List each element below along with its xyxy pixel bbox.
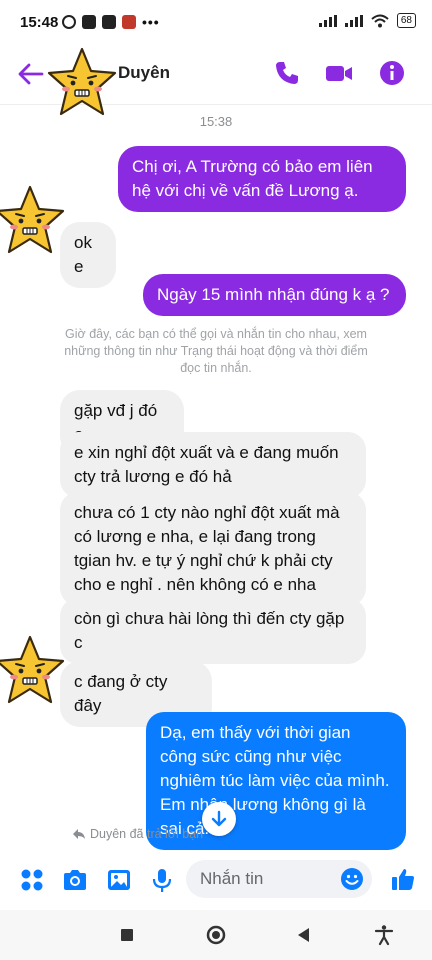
message-composer bbox=[0, 850, 432, 910]
recent-apps-icon[interactable] bbox=[116, 924, 138, 946]
sender-avatar[interactable] bbox=[0, 184, 66, 256]
microphone-icon[interactable] bbox=[148, 866, 176, 894]
message-bubble-outgoing[interactable]: Chị ơi, A Trường có bảo em liên hệ với c… bbox=[118, 146, 406, 212]
phone-call-icon[interactable] bbox=[272, 58, 302, 88]
sender-avatar[interactable] bbox=[0, 634, 66, 706]
alarm-icon bbox=[62, 15, 76, 29]
arrow-down-icon bbox=[211, 810, 227, 827]
camera-icon[interactable] bbox=[61, 866, 89, 894]
system-note: Giờ đây, các bạn có thể gọi và nhắn tin … bbox=[64, 327, 368, 375]
gallery-notification-icon bbox=[82, 15, 96, 29]
wifi-icon bbox=[371, 14, 389, 27]
message-bubble-outgoing[interactable]: Ngày 15 mình nhận đúng k ạ ? bbox=[143, 274, 406, 316]
scroll-to-bottom-button[interactable] bbox=[202, 802, 236, 836]
home-icon[interactable] bbox=[205, 924, 227, 946]
message-bubble-incoming[interactable]: ok e bbox=[60, 222, 116, 288]
gallery-icon[interactable] bbox=[105, 866, 133, 894]
signal-icon-2 bbox=[344, 14, 363, 27]
back-arrow-icon[interactable] bbox=[16, 59, 46, 89]
more-notifications-icon: ••• bbox=[142, 14, 160, 30]
like-thumbs-up-icon[interactable] bbox=[390, 866, 416, 892]
more-actions-icon[interactable] bbox=[18, 866, 46, 894]
replied-indicator: Duyên đã trả lời bạn bbox=[72, 827, 203, 841]
system-status: 68 bbox=[318, 13, 416, 28]
info-icon[interactable] bbox=[377, 58, 407, 88]
contact-name[interactable]: Duyên bbox=[118, 63, 170, 83]
replied-text: Duyên đã trả lời bạn bbox=[90, 827, 204, 841]
message-bubble-incoming[interactable]: e xin nghỉ đột xuất và e đang muốn cty t… bbox=[60, 432, 366, 498]
back-nav-icon[interactable] bbox=[293, 924, 315, 946]
status-bar: 15:48 ••• 68 bbox=[0, 0, 432, 44]
video-call-icon[interactable] bbox=[324, 58, 354, 88]
chat-header: Duyên bbox=[0, 44, 432, 116]
signal-icon bbox=[318, 14, 337, 27]
battery-indicator: 68 bbox=[396, 13, 416, 28]
contact-avatar[interactable] bbox=[46, 44, 118, 120]
message-bubble-incoming[interactable]: chưa có 1 cty nào nghỉ đột xuất mà có lư… bbox=[60, 492, 366, 606]
accessibility-icon[interactable] bbox=[373, 924, 395, 946]
android-navigation-bar bbox=[0, 910, 432, 960]
status-time: 15:48 bbox=[20, 14, 59, 31]
chat-timestamp: 15:38 bbox=[199, 114, 233, 129]
app-notification-icon bbox=[122, 15, 136, 29]
shopee-notification-icon bbox=[102, 15, 116, 29]
reply-icon bbox=[73, 829, 85, 839]
message-bubble-incoming[interactable]: còn gì chưa hài lòng thì đến cty gặp c bbox=[60, 598, 366, 664]
notification-icons: ••• bbox=[62, 14, 160, 30]
emoji-icon[interactable] bbox=[340, 867, 364, 891]
